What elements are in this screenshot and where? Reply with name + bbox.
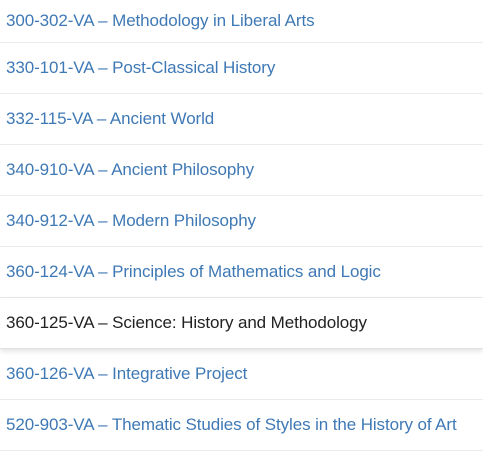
course-item-360-126-va: 360-126-VA – Integrative Project [0, 349, 483, 400]
course-link[interactable]: 340-912-VA – Modern Philosophy [6, 211, 256, 231]
course-list: 300-302-VA – Methodology in Liberal Arts… [0, 0, 483, 451]
course-link[interactable]: 520-903-VA – Thematic Studies of Styles … [6, 415, 457, 435]
course-link[interactable]: 360-124-VA – Principles of Mathematics a… [6, 262, 381, 282]
course-link[interactable]: 332-115-VA – Ancient World [6, 109, 214, 129]
course-item-330-101-va: 330-101-VA – Post-Classical History [0, 43, 483, 94]
course-link[interactable]: 340-910-VA – Ancient Philosophy [6, 160, 254, 180]
course-item-332-115-va: 332-115-VA – Ancient World [0, 94, 483, 145]
course-link[interactable]: 360-126-VA – Integrative Project [6, 364, 247, 384]
course-link-active[interactable]: 360-125-VA – Science: History and Method… [6, 313, 367, 333]
course-link[interactable]: 300-302-VA – Methodology in Liberal Arts [6, 11, 315, 31]
course-item-360-124-va: 360-124-VA – Principles of Mathematics a… [0, 247, 483, 298]
course-item-360-125-va-active: 360-125-VA – Science: History and Method… [0, 298, 483, 349]
course-item-300-302-va: 300-302-VA – Methodology in Liberal Arts [0, 0, 483, 43]
course-item-520-903-va: 520-903-VA – Thematic Studies of Styles … [0, 400, 483, 451]
course-link[interactable]: 330-101-VA – Post-Classical History [6, 58, 275, 78]
course-item-340-910-va: 340-910-VA – Ancient Philosophy [0, 145, 483, 196]
course-item-340-912-va: 340-912-VA – Modern Philosophy [0, 196, 483, 247]
